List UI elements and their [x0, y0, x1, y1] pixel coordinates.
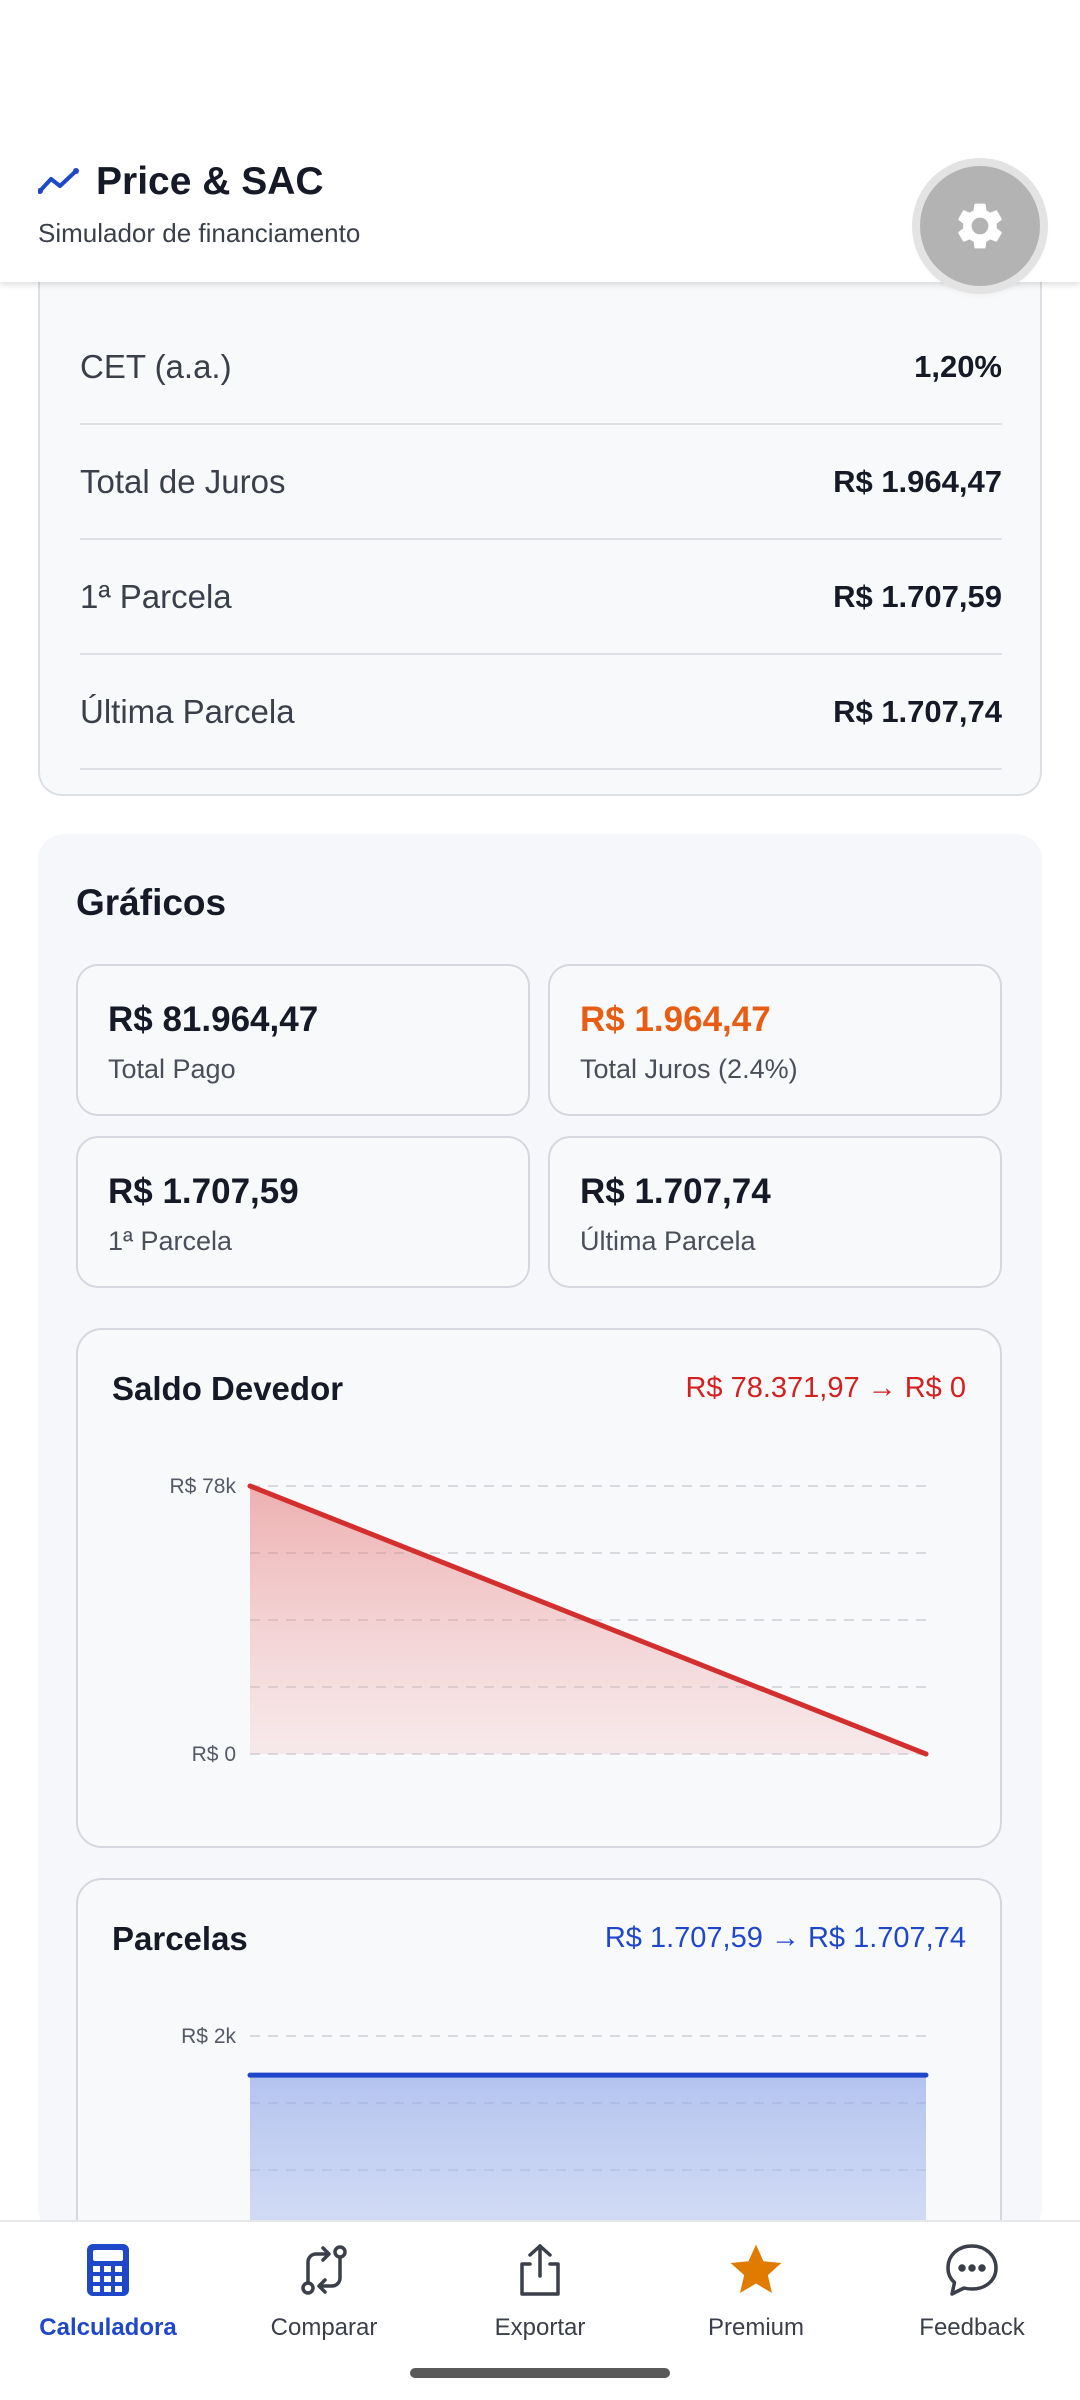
app-header: Price & SAC Simulador de financiamento: [0, 0, 1080, 286]
stat-value: R$ 1.707,59: [108, 1172, 299, 1211]
charts-section-title: Gráficos: [76, 882, 227, 923]
home-indicator: [410, 2368, 670, 2378]
gear-icon: [958, 203, 1002, 249]
summary-row-ultima-parcela: Última Parcela R$ 1.707,74: [80, 655, 1002, 770]
nav-item-calculadora[interactable]: Calculadora: [0, 2240, 216, 2360]
stat-card-total-pago: R$ 81.964,47 Total Pago: [76, 964, 530, 1116]
nav-item-feedback[interactable]: Feedback: [864, 2240, 1080, 2360]
stat-value: R$ 1.964,47: [580, 1000, 771, 1039]
stat-card-ultima-parcela: R$ 1.707,74 Última Parcela: [548, 1136, 1002, 1288]
nav-label: Comparar: [270, 2314, 378, 2341]
compare-icon: [294, 2240, 354, 2300]
nav-item-premium[interactable]: Premium: [648, 2240, 864, 2360]
bottom-navigation: Calculadora Comparar Exportar Premium Fe…: [0, 2220, 1080, 2400]
y-tick-label: R$ 2k: [181, 2025, 236, 2048]
summary-row-cet: CET (a.a.) 1,20%: [80, 310, 1002, 425]
summary-value: R$ 1.964,47: [833, 463, 1002, 499]
app-title: Price & SAC: [96, 160, 324, 203]
chat-bubble-icon: [942, 2240, 1002, 2300]
stat-label: 1ª Parcela: [108, 1226, 233, 1256]
summary-value: R$ 1.707,74: [833, 693, 1002, 729]
app-screen: CET (a.a.) 1,20% Total de Juros R$ 1.964…: [0, 0, 1080, 2400]
y-tick-label: R$ 0: [192, 1743, 236, 1766]
calculator-icon: [78, 2240, 138, 2300]
summary-value: R$ 1.707,59: [833, 578, 1002, 614]
nav-item-exportar[interactable]: Exportar: [432, 2240, 648, 2360]
summary-card: CET (a.a.) 1,20% Total de Juros R$ 1.964…: [38, 240, 1042, 796]
balance-chart: R$ 78k R$ 0: [169, 1475, 929, 1766]
balance-chart-card: Saldo Devedor R$ 78.371,97 → R$ 0 R$ 78k…: [76, 1328, 1002, 1848]
nav-label: Feedback: [919, 2314, 1025, 2341]
stat-value: R$ 81.964,47: [108, 1000, 319, 1039]
summary-value: 1,20%: [914, 348, 1002, 384]
brand: Price & SAC: [38, 160, 324, 204]
trending-line-icon: [38, 168, 79, 194]
y-tick-label: R$ 78k: [169, 1475, 236, 1498]
summary-label: CET (a.a.): [80, 347, 232, 385]
nav-label: Premium: [707, 2314, 804, 2341]
summary-row-total-juros: Total de Juros R$ 1.964,47: [80, 425, 1002, 540]
star-icon: [726, 2240, 786, 2300]
summary-label: Total de Juros: [80, 462, 286, 500]
summary-row-primeira-parcela: 1ª Parcela R$ 1.707,59: [80, 540, 1002, 655]
share-icon: [510, 2240, 570, 2300]
summary-label: 1ª Parcela: [80, 577, 232, 615]
stat-label: Última Parcela: [580, 1226, 756, 1256]
stat-label: Total Pago: [108, 1054, 236, 1084]
stat-card-primeira-parcela: R$ 1.707,59 1ª Parcela: [76, 1136, 530, 1288]
stat-card-total-juros: R$ 1.964,47 Total Juros (2.4%): [548, 964, 1002, 1116]
nav-item-comparar[interactable]: Comparar: [216, 2240, 432, 2360]
settings-button[interactable]: [920, 166, 1040, 286]
charts-section: Gráficos R$ 81.964,47 Total Pago R$ 1.96…: [38, 834, 1042, 2298]
nav-label: Exportar: [494, 2314, 586, 2341]
stat-label: Total Juros (2.4%): [580, 1054, 798, 1084]
app-subtitle: Simulador de financiamento: [38, 218, 361, 248]
nav-label: Calculadora: [39, 2314, 177, 2341]
summary-label: Última Parcela: [80, 692, 295, 730]
stat-value: R$ 1.707,74: [580, 1172, 771, 1211]
